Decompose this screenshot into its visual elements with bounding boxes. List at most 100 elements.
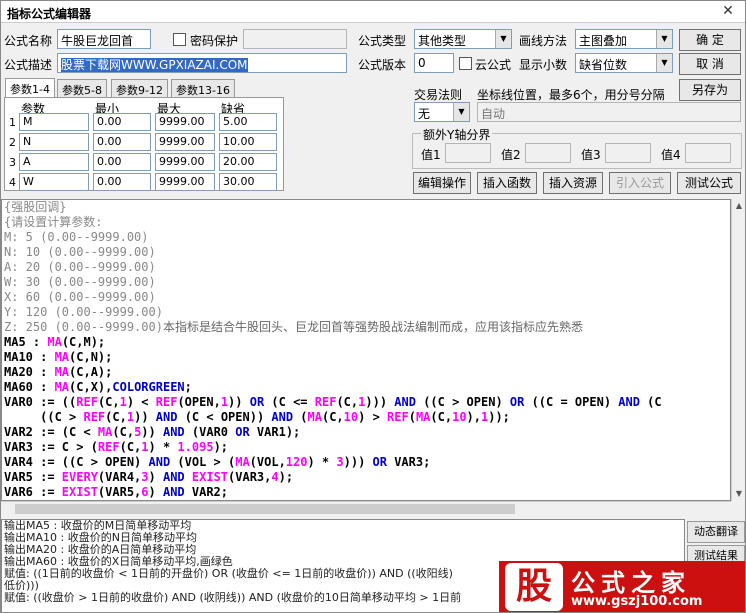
code-token: 6: [141, 485, 149, 499]
decimal-select[interactable]: 缺省位数 ▼: [575, 53, 673, 73]
draw-method-select[interactable]: 主图叠加 ▼: [575, 29, 673, 49]
version-input[interactable]: 0: [414, 53, 454, 73]
code-token: 4: [271, 470, 279, 484]
yaxis-value-2-input[interactable]: [525, 143, 571, 163]
watermark-url: www.gszj100.com: [571, 594, 703, 609]
watermark-logo: 股 公式之家 www.gszj100.com: [499, 561, 745, 612]
scroll-up-icon[interactable]: ▲: [732, 199, 745, 213]
code-token: 1: [141, 440, 149, 454]
code-token: MA: [47, 335, 62, 349]
param-name-input[interactable]: W: [19, 173, 89, 191]
code-token: ) >: [358, 410, 388, 424]
formula-code-editor[interactable]: {强股回调} {请设置计算参数: M: 5 (0.00--9999.00) N: 10…: [1, 199, 731, 501]
code-horizontal-scrollbar[interactable]: [1, 501, 731, 515]
code-token: ): [148, 470, 163, 484]
param-max-input[interactable]: 9999.00: [155, 113, 215, 131]
code-token: 10: [343, 410, 359, 424]
type-select[interactable]: 其他类型 ▼: [414, 29, 512, 49]
code-token: (C: [639, 395, 662, 409]
param-min-input[interactable]: 0.00: [93, 113, 151, 131]
code-token: X: 60 (0.00--9999.00): [4, 290, 156, 304]
code-token: Y: 120 (0.00--9999.00): [4, 305, 163, 319]
watermark-title: 公式之家: [571, 569, 691, 597]
cloud-checkbox[interactable]: [459, 57, 472, 70]
param-default-input[interactable]: 30.00: [219, 173, 277, 191]
code-token: 1: [119, 395, 127, 409]
dynamic-translate-button[interactable]: 动态翻译: [687, 521, 745, 543]
code-token: MA: [97, 425, 113, 439]
param-name-input[interactable]: A: [19, 153, 89, 171]
code-token: (C,X),: [69, 380, 113, 394]
code-token: ;: [184, 380, 192, 394]
code-token: OR: [235, 425, 250, 439]
code-token: {请设置计算参数:: [4, 215, 103, 229]
param-min-input[interactable]: 0.00: [93, 133, 151, 151]
param-default-input[interactable]: 5.00: [219, 113, 277, 131]
code-token: (C < OPEN)): [177, 410, 272, 424]
yaxis-value-3-input[interactable]: [605, 143, 651, 163]
code-token: (VAR4,: [97, 470, 142, 484]
param-default-input[interactable]: 20.00: [219, 153, 277, 171]
param-name-input[interactable]: M: [19, 113, 89, 131]
scroll-thumb[interactable]: [15, 504, 515, 514]
password-input[interactable]: [243, 29, 347, 49]
code-token: REF: [387, 410, 409, 424]
formula-desc-input[interactable]: 股票下载网WWW.GPXIAZAI.COM: [57, 53, 347, 73]
code-token: (C,: [336, 395, 359, 409]
yaxis-value-1-input[interactable]: [445, 143, 491, 163]
code-vertical-scrollbar[interactable]: ▲ ▼: [731, 199, 745, 501]
code-token: 3: [141, 470, 149, 484]
row-index: 4: [9, 176, 16, 189]
tab-params-13-16[interactable]: 参数13-16: [171, 79, 235, 97]
axis-label: 坐标线位置，最多6个，用分号分隔: [477, 88, 665, 102]
code-line: X: 60 (0.00--9999.00): [2, 290, 730, 305]
save-as-button[interactable]: 另存为: [679, 79, 741, 101]
code-token: AND: [155, 410, 178, 424]
param-name-input[interactable]: N: [19, 133, 89, 151]
tab-params-1-4[interactable]: 参数1-4: [5, 78, 55, 97]
code-token: ((C >: [4, 410, 84, 424]
code-line: MA5 : MA(C,M);: [2, 335, 730, 350]
password-checkbox[interactable]: [173, 33, 186, 46]
code-line: Z: 250 (0.00--9999.00)本指标是结合牛股回头、巨龙回首等强势…: [2, 320, 730, 335]
cancel-button[interactable]: 取 消: [679, 53, 741, 75]
axis-position-input[interactable]: 自动: [477, 102, 741, 122]
close-icon[interactable]: ✕: [719, 3, 737, 19]
param-max-input[interactable]: 9999.00: [155, 153, 215, 171]
param-max-input[interactable]: 9999.00: [155, 173, 215, 191]
tab-params-5-8[interactable]: 参数5-8: [57, 79, 107, 97]
code-token: MA: [415, 410, 431, 424]
code-token: )): [228, 395, 250, 409]
row-index: 3: [9, 156, 16, 169]
param-max-input[interactable]: 9999.00: [155, 133, 215, 151]
param-default-input[interactable]: 10.00: [219, 133, 277, 151]
ok-button[interactable]: 确 定: [679, 29, 741, 51]
code-token: REF: [83, 410, 106, 424]
param-min-input[interactable]: 0.00: [93, 173, 151, 191]
code-token: ((C > OPEN): [415, 395, 510, 409]
code-token: MA: [235, 455, 250, 469]
yaxis-value-4-input[interactable]: [685, 143, 731, 163]
import-formula-button[interactable]: 引入公式: [609, 172, 671, 194]
test-formula-button[interactable]: 测试公式: [677, 172, 741, 194]
trade-rule-value: 无: [418, 107, 431, 121]
code-token: EXIST: [61, 485, 98, 499]
code-token: REF: [155, 395, 178, 409]
tab-params-9-12[interactable]: 参数9-12: [111, 79, 168, 97]
formula-name-input[interactable]: 牛股巨龙回首: [57, 29, 151, 49]
code-token: (VAR3,: [228, 470, 272, 484]
insert-resource-button[interactable]: 插入资源: [543, 172, 603, 194]
edit-operation-button[interactable]: 编辑操作: [413, 172, 471, 194]
yaxis-group: 额外Y轴分界 值1 值2 值3 值4: [412, 126, 742, 169]
scroll-down-icon[interactable]: ▼: [732, 487, 745, 501]
code-token: );: [278, 470, 294, 484]
param-min-input[interactable]: 0.00: [93, 153, 151, 171]
code-token: VAR6 :=: [4, 485, 62, 499]
code-token: REF: [314, 395, 337, 409]
code-token: (C <=: [264, 395, 315, 409]
code-token: 10: [452, 410, 467, 424]
code-line: VAR5 := EVERY(VAR4,3) AND EXIST(VAR3,4);: [2, 470, 730, 485]
code-token: (C,: [430, 410, 453, 424]
trade-rule-select[interactable]: 无 ▼: [414, 102, 470, 122]
insert-function-button[interactable]: 插入函数: [477, 172, 537, 194]
